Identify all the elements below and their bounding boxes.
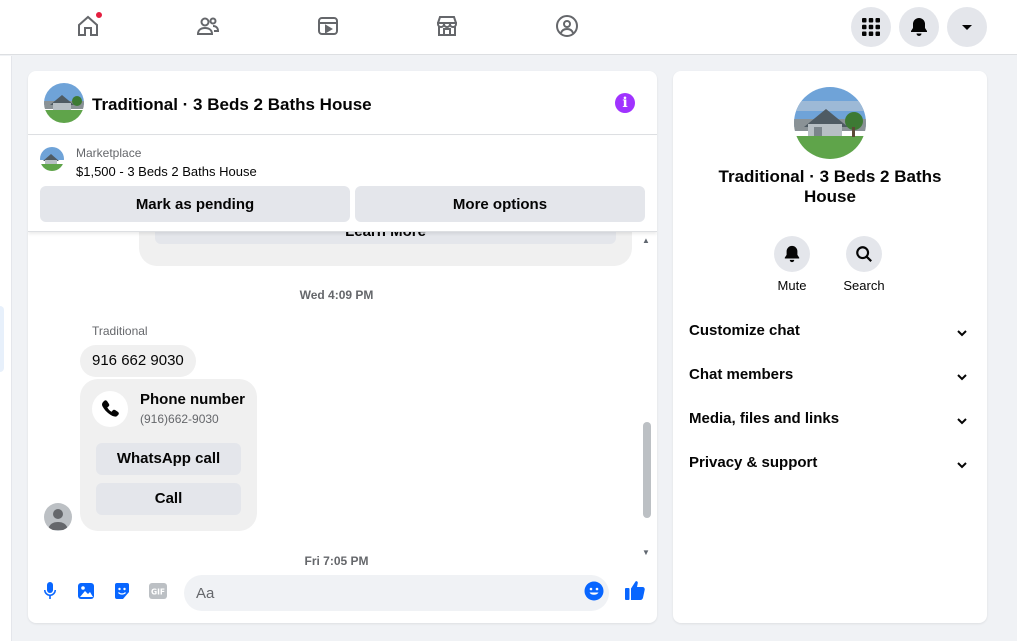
scrollbar-thumb[interactable] (643, 422, 651, 518)
whatsapp-call-button[interactable]: WhatsApp call (96, 443, 241, 475)
chevron-down-icon (957, 462, 967, 469)
mute-bell-icon[interactable] (774, 236, 810, 272)
marketplace-icon[interactable] (434, 13, 460, 39)
media-files-links-label: Media, files and links (689, 410, 840, 427)
phone-icon (92, 391, 128, 427)
mute-action[interactable]: Mute (762, 236, 822, 293)
sidebar-tab-indicator (0, 306, 4, 372)
info-icon[interactable]: i (615, 93, 635, 113)
call-button[interactable]: Call (96, 483, 241, 515)
privacy-support-row[interactable]: Privacy & support (689, 454, 971, 478)
friends-icon[interactable] (195, 13, 221, 39)
privacy-support-label: Privacy & support (689, 454, 818, 471)
chevron-down-icon (957, 418, 967, 425)
marketplace-listing-bar: Marketplace $1,500 - 3 Beds 2 Baths Hous… (28, 136, 657, 232)
account-caret-icon[interactable] (947, 7, 987, 47)
details-title: Traditional · 3 Beds 2 Baths House (718, 167, 942, 206)
chat-panel: Traditional · 3 Beds 2 Baths House i Mar… (28, 71, 657, 623)
photo-icon[interactable] (76, 581, 96, 601)
listing-profile-photo[interactable] (794, 87, 866, 159)
customize-chat-row[interactable]: Customize chat (689, 322, 971, 346)
more-options-button[interactable]: More options (355, 186, 645, 222)
phone-card-title: Phone number (140, 391, 246, 408)
message-bubble[interactable]: 916 662 9030 (80, 345, 196, 377)
chevron-down-icon (957, 330, 967, 337)
sticker-icon[interactable] (112, 581, 132, 601)
message-input[interactable]: Aa (184, 575, 609, 611)
listing-price-title[interactable]: $1,500 - 3 Beds 2 Baths House (76, 164, 257, 179)
left-sidebar-strip (0, 56, 12, 641)
message-timestamp: Wed 4:09 PM (299, 288, 374, 302)
like-thumb-icon[interactable] (624, 579, 646, 601)
listing-thumbnail[interactable] (40, 147, 64, 171)
listing-avatar[interactable] (44, 83, 84, 123)
home-icon[interactable] (75, 11, 103, 39)
gif-icon[interactable]: GIF (148, 581, 168, 601)
search-action[interactable]: Search (834, 236, 894, 293)
marketplace-label: Marketplace (76, 146, 142, 160)
menu-grid-icon[interactable] (851, 7, 891, 47)
message-timestamp-2: Fri 7:05 PM (304, 554, 369, 567)
top-navigation-bar (0, 0, 1017, 55)
notifications-bell-icon[interactable] (899, 7, 939, 47)
svg-text:GIF: GIF (151, 588, 165, 597)
chat-header: Traditional · 3 Beds 2 Baths House i (28, 71, 657, 135)
customize-chat-label: Customize chat (689, 322, 800, 339)
sender-name: Traditional (92, 324, 148, 338)
message-list: Learn More Wed 4:09 PM Traditional 916 6… (28, 232, 657, 567)
notification-dot (95, 11, 103, 19)
chat-title[interactable]: Traditional · 3 Beds 2 Baths House (92, 95, 372, 115)
learn-more-button[interactable]: Learn More (155, 232, 616, 244)
video-icon[interactable] (315, 13, 341, 39)
scroll-up-arrow[interactable]: ▲ (642, 236, 650, 245)
message-composer: GIF Aa (28, 567, 657, 623)
search-label: Search (843, 278, 885, 293)
previous-message-card: Learn More (139, 232, 632, 266)
chat-details-panel: Traditional · 3 Beds 2 Baths House Mute … (673, 71, 987, 623)
microphone-icon[interactable] (40, 581, 60, 601)
chat-members-row[interactable]: Chat members (689, 366, 971, 390)
message-input-placeholder: Aa (196, 585, 215, 602)
search-icon[interactable] (846, 236, 882, 272)
mark-as-pending-button[interactable]: Mark as pending (40, 186, 350, 222)
chat-members-label: Chat members (689, 366, 794, 383)
chevron-down-icon (957, 374, 967, 381)
scroll-down-arrow[interactable]: ▼ (642, 548, 650, 557)
sender-avatar[interactable] (44, 503, 72, 531)
phone-card-number: (916)662-9030 (140, 412, 219, 426)
emoji-icon[interactable] (584, 581, 604, 601)
groups-icon[interactable] (554, 13, 580, 39)
phone-number-card: Phone number (916)662-9030 WhatsApp call… (80, 379, 257, 531)
media-files-links-row[interactable]: Media, files and links (689, 410, 971, 434)
mute-label: Mute (777, 278, 807, 293)
